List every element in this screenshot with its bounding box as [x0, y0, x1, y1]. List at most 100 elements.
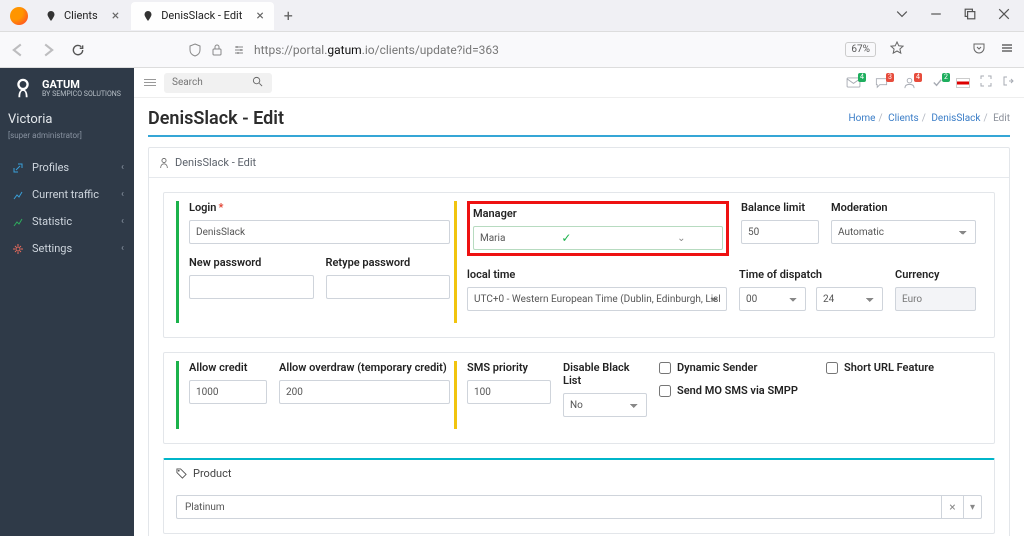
- product-token[interactable]: Platinum × ▾: [176, 495, 982, 519]
- chevron-down-icon[interactable]: ▾: [963, 496, 981, 518]
- stats-icon: [12, 216, 24, 228]
- dispatch-label: Time of dispatch: [739, 268, 883, 281]
- notif-envelope[interactable]: 4: [844, 76, 862, 90]
- currency-select[interactable]: Euro: [895, 287, 976, 311]
- brand-logo-icon: [12, 78, 34, 100]
- bookmark-icon[interactable]: [890, 41, 904, 58]
- dbl-select[interactable]: No: [563, 393, 647, 417]
- forward-icon[interactable]: [40, 42, 56, 58]
- url-text: https://portal.gatum.io/clients/update?i…: [254, 43, 499, 57]
- chevron-down-icon[interactable]: [896, 8, 908, 23]
- logout-icon[interactable]: [1002, 75, 1014, 91]
- topbar: 4 3 4 2: [134, 68, 1024, 98]
- maximize-icon[interactable]: [964, 8, 976, 23]
- sidebar-item-profiles[interactable]: Profiles ‹: [0, 154, 134, 181]
- dispatch-to[interactable]: 24: [816, 287, 883, 311]
- newpw-input[interactable]: [189, 275, 314, 299]
- user-name: Victoria: [0, 106, 134, 131]
- repw-input[interactable]: [326, 275, 451, 299]
- traffic-icon: [12, 189, 24, 201]
- url-bar[interactable]: https://portal.gatum.io/clients/update?i…: [188, 43, 773, 57]
- chevron-left-icon: ‹: [121, 162, 124, 173]
- close-icon[interactable]: ×: [256, 8, 263, 24]
- tab-edit[interactable]: DenisSlack - Edit ×: [131, 2, 274, 30]
- new-tab-button[interactable]: +: [284, 6, 293, 25]
- close-icon[interactable]: ×: [112, 8, 119, 24]
- tab-favicon: [44, 9, 58, 23]
- sidebar-item-label: Statistic: [32, 215, 72, 228]
- hamburger-icon[interactable]: [144, 79, 156, 86]
- crumb-home[interactable]: Home: [849, 113, 876, 124]
- overdraw-label: Allow overdraw (temporary credit): [279, 361, 450, 374]
- sidebar-item-traffic[interactable]: Current traffic ‹: [0, 181, 134, 208]
- minimize-icon[interactable]: [930, 8, 942, 23]
- send-mo-check[interactable]: [659, 385, 671, 397]
- search-input[interactable]: [172, 77, 252, 88]
- pocket-icon[interactable]: [972, 41, 986, 58]
- locale-flag[interactable]: [956, 78, 970, 88]
- brand-subtitle: BY SEMPICO SOLUTIONS: [42, 91, 121, 99]
- localtime-select[interactable]: UTC+0 - Western European Time (Dublin, E…: [467, 287, 727, 311]
- permissions-icon[interactable]: [232, 43, 246, 57]
- brand: GATUM BY SEMPICO SOLUTIONS: [0, 68, 134, 106]
- chevron-left-icon: ‹: [121, 189, 124, 200]
- credit-label: Allow credit: [189, 361, 267, 374]
- newpw-label: New password: [189, 256, 314, 269]
- link-icon: [12, 162, 24, 174]
- expand-icon[interactable]: [980, 75, 992, 91]
- product-card: Product Platinum × ▾: [163, 458, 995, 534]
- dynamic-sender-label: Dynamic Sender: [677, 361, 757, 374]
- account-card: Login* New password Retype password: [163, 192, 995, 338]
- breadcrumb: Home/ Clients/ DenisSlack/ Edit: [849, 113, 1010, 124]
- send-mo-label: Send MO SMS via SMPP: [677, 384, 798, 397]
- zoom-badge[interactable]: 67%: [845, 42, 876, 57]
- chevron-left-icon: ‹: [121, 243, 124, 254]
- currency-label: Currency: [895, 268, 976, 281]
- dynamic-sender-check[interactable]: [659, 362, 671, 374]
- moderation-label: Moderation: [831, 201, 976, 214]
- reload-icon[interactable]: [70, 42, 86, 58]
- menu-icon[interactable]: [1000, 41, 1014, 58]
- crumb-clients[interactable]: Clients: [888, 113, 919, 124]
- manager-select[interactable]: Maria ✓ ⌄: [473, 226, 723, 250]
- shorturl-label: Short URL Feature: [844, 361, 934, 374]
- crumb-edit: Edit: [993, 113, 1010, 124]
- remove-icon[interactable]: ×: [941, 496, 963, 518]
- sidebar-item-label: Profiles: [32, 161, 69, 174]
- sidebar-item-label: Current traffic: [32, 188, 99, 201]
- tab-favicon: [141, 9, 155, 23]
- login-input[interactable]: [189, 220, 450, 244]
- tab-label: Clients: [64, 9, 98, 22]
- check-icon: ✓: [555, 231, 636, 245]
- manager-highlight: Manager Maria ✓ ⌄: [467, 201, 729, 256]
- chevron-left-icon: ‹: [121, 216, 124, 227]
- notif-check[interactable]: 2: [928, 76, 946, 90]
- credit-input[interactable]: [189, 380, 267, 404]
- crumb-client[interactable]: DenisSlack: [931, 113, 980, 124]
- gear-icon: [12, 243, 24, 255]
- search-icon[interactable]: [252, 76, 263, 90]
- tab-label: DenisSlack - Edit: [161, 9, 242, 22]
- divider: [148, 135, 1010, 137]
- card-title: DenisSlack - Edit: [149, 148, 1009, 178]
- smsprio-input[interactable]: [467, 380, 551, 404]
- manager-label: Manager: [473, 207, 723, 220]
- balance-input[interactable]: [741, 220, 819, 244]
- login-label: Login: [189, 201, 216, 214]
- shorturl-check[interactable]: [826, 362, 838, 374]
- moderation-select[interactable]: Automatic: [831, 220, 976, 244]
- browser-titlebar: Clients × DenisSlack - Edit × +: [0, 0, 1024, 32]
- close-window-icon[interactable]: [998, 8, 1010, 23]
- sidebar-item-settings[interactable]: Settings ‹: [0, 235, 134, 262]
- search-box[interactable]: [164, 73, 272, 93]
- dispatch-from[interactable]: 00: [739, 287, 806, 311]
- overdraw-input[interactable]: [279, 380, 450, 404]
- user-icon: [159, 157, 169, 169]
- lock-icon: [210, 43, 224, 57]
- shield-icon: [188, 43, 202, 57]
- notif-user[interactable]: 4: [900, 76, 918, 90]
- back-icon[interactable]: [10, 42, 26, 58]
- sidebar-item-statistic[interactable]: Statistic ‹: [0, 208, 134, 235]
- notif-chat[interactable]: 3: [872, 76, 890, 90]
- tab-clients[interactable]: Clients ×: [34, 2, 129, 30]
